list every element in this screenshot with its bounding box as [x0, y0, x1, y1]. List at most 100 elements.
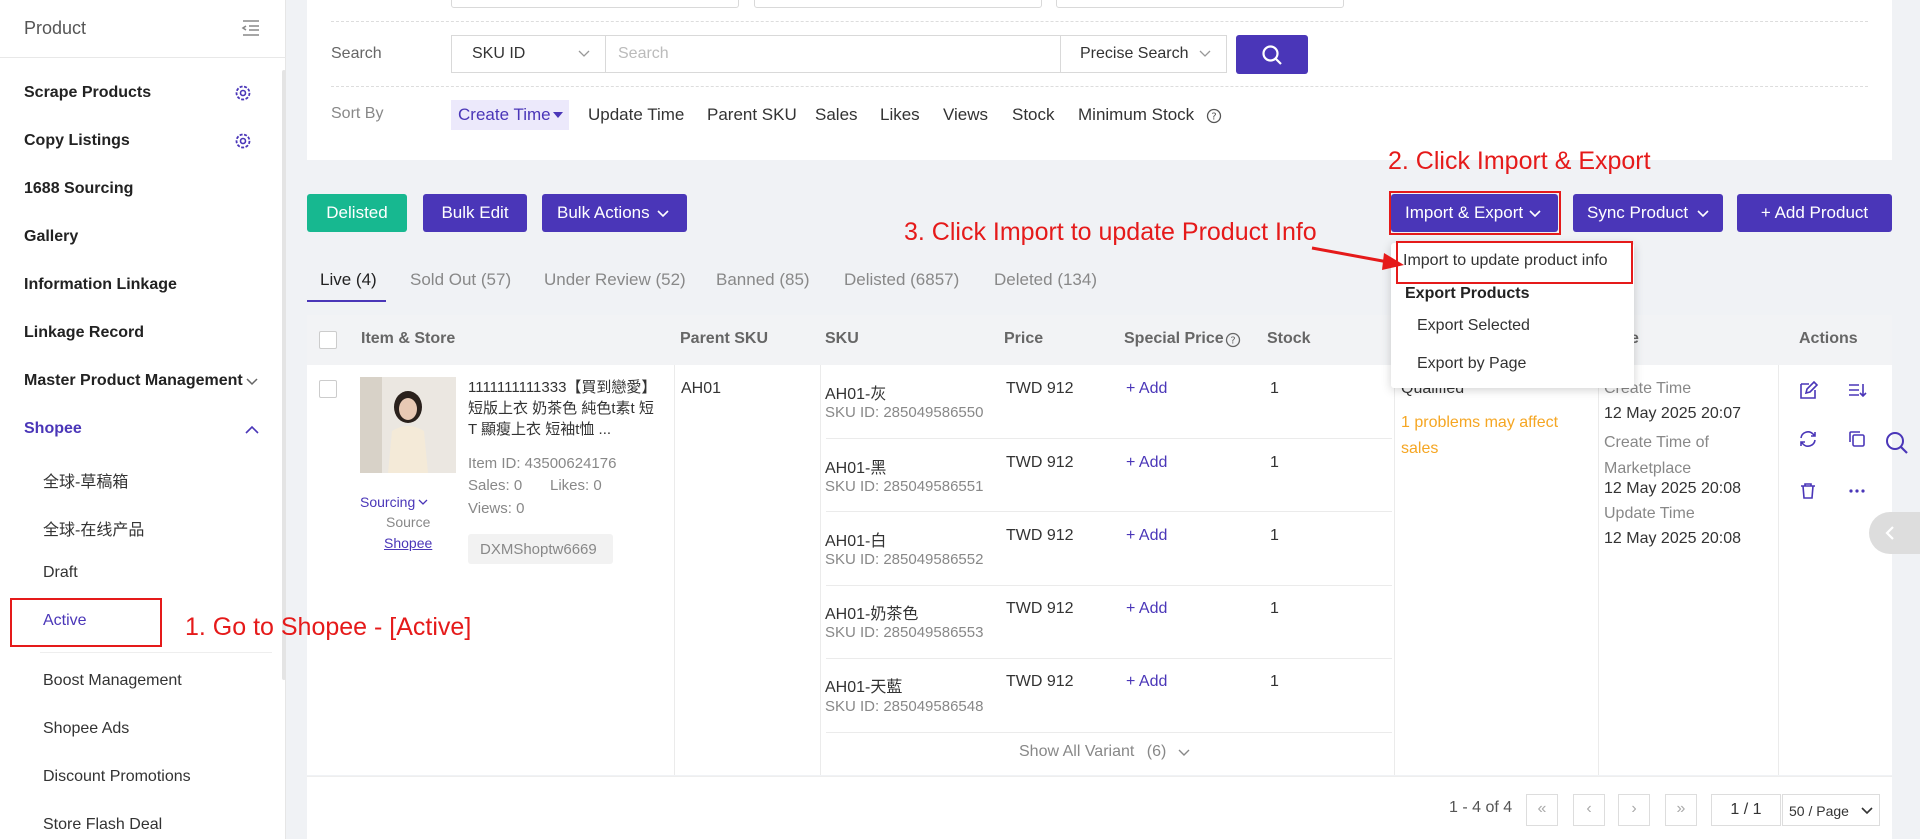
sidebar-item-shopee[interactable]: Shopee — [24, 420, 82, 438]
delete-icon[interactable] — [1797, 480, 1819, 502]
sort-views[interactable]: Views — [943, 105, 988, 125]
sidebar-sub-boost[interactable]: Boost Management — [43, 672, 182, 690]
next-page-button[interactable]: › — [1618, 794, 1650, 826]
add-special-price-link[interactable]: + Add — [1126, 454, 1167, 472]
update-time-value: 12 May 2025 20:08 — [1604, 530, 1741, 547]
annotation-box-active — [10, 598, 162, 647]
sync-product-button[interactable]: Sync Product — [1573, 194, 1723, 232]
variant-stock: 1 — [1270, 600, 1279, 617]
warning-text[interactable]: 1 problems may affect sales — [1401, 410, 1596, 462]
show-all-variants-link[interactable]: Show All Variant (6) — [1019, 743, 1166, 761]
help-icon[interactable]: ? — [1225, 332, 1241, 348]
sidebar-sub-global-draft[interactable]: 全球-草稿箱 — [43, 468, 128, 492]
tab-live[interactable]: Live (4) — [320, 270, 377, 290]
variant-sku: AH01-黑 — [825, 460, 887, 477]
help-icon[interactable]: ? — [1206, 108, 1222, 124]
select-all-checkbox[interactable] — [319, 331, 337, 349]
add-special-price-link[interactable]: + Add — [1126, 600, 1167, 618]
per-page-select[interactable]: 50 / Page — [1782, 794, 1880, 826]
sidebar-item-linkage-record[interactable]: Linkage Record — [24, 324, 144, 342]
edit-icon[interactable] — [1797, 380, 1819, 402]
sidebar-item-1688-sourcing[interactable]: 1688 Sourcing — [24, 180, 133, 198]
sidebar-sub-discount[interactable]: Discount Promotions — [43, 768, 191, 786]
sidebar-item-information-linkage[interactable]: Information Linkage — [24, 276, 177, 294]
sidebar-item-copy-listings[interactable]: Copy Listings — [24, 132, 130, 150]
search-icon — [1262, 45, 1282, 65]
tab-under-review[interactable]: Under Review (52) — [544, 270, 686, 290]
filter-field[interactable] — [754, 0, 1042, 8]
row-divider — [826, 585, 1392, 586]
annotation-arrow-icon — [1311, 246, 1404, 270]
first-page-button[interactable]: « — [1526, 794, 1558, 826]
filter-field[interactable] — [1056, 0, 1344, 8]
annotation-box-import-export — [1389, 191, 1561, 235]
annotation-step2: 2. Click Import & Export — [1388, 147, 1651, 175]
list-sort-icon[interactable] — [1846, 380, 1868, 402]
product-title[interactable]: 1111111111333【買到戀愛】短版上衣 奶茶色 純色t素t 短T 顯瘦上… — [468, 377, 660, 443]
row-divider — [826, 438, 1392, 439]
sidebar-divider — [0, 57, 286, 58]
sidebar-sub-flash-deal[interactable]: Store Flash Deal — [43, 816, 162, 834]
page-input[interactable]: 1 / 1 — [1711, 794, 1781, 826]
bulk-edit-button[interactable]: Bulk Edit — [423, 194, 527, 232]
add-special-price-link[interactable]: + Add — [1126, 380, 1167, 398]
add-product-button[interactable]: + Add Product — [1737, 194, 1892, 232]
add-special-price-link[interactable]: + Add — [1126, 673, 1167, 691]
sourcing-link[interactable]: Sourcing — [360, 494, 415, 510]
sidebar-item-gallery[interactable]: Gallery — [24, 228, 78, 246]
chevron-down-icon — [657, 210, 669, 218]
tab-delisted[interactable]: Delisted (6857) — [844, 270, 959, 290]
last-page-button[interactable]: » — [1665, 794, 1697, 826]
sort-create-time[interactable]: Create Time — [451, 100, 569, 130]
sort-parent-sku[interactable]: Parent SKU — [707, 105, 797, 125]
sort-stock[interactable]: Stock — [1012, 105, 1055, 125]
copy-icon[interactable] — [1846, 428, 1868, 450]
search-type-select[interactable]: SKU ID — [451, 35, 606, 73]
more-icon[interactable] — [1846, 480, 1868, 502]
export-by-page-menu-item[interactable]: Export by Page — [1417, 355, 1526, 373]
header-actions: Actions — [1799, 330, 1858, 347]
table-header — [307, 315, 1892, 365]
row-divider — [826, 658, 1392, 659]
sync-icon[interactable] — [1797, 428, 1819, 450]
add-special-price-link[interactable]: + Add — [1126, 527, 1167, 545]
variant-stock: 1 — [1270, 673, 1279, 690]
sidebar-scrollbar[interactable] — [282, 70, 286, 680]
collapse-menu-icon[interactable] — [241, 19, 261, 37]
variant-sku-id: SKU ID: 285049586552 — [825, 551, 984, 568]
sort-sales[interactable]: Sales — [815, 105, 858, 125]
sidebar-sub-draft[interactable]: Draft — [43, 564, 78, 582]
bulk-actions-button[interactable]: Bulk Actions — [542, 194, 687, 232]
sort-minimum-stock[interactable]: Minimum Stock — [1078, 105, 1194, 125]
filter-field[interactable] — [451, 0, 739, 8]
sidebar-item-scrape-products[interactable]: Scrape Products — [24, 84, 151, 102]
export-selected-menu-item[interactable]: Export Selected — [1417, 317, 1530, 335]
sidebar-item-master-product[interactable]: Master Product Management — [24, 372, 243, 390]
search-mode-select[interactable]: Precise Search — [1060, 35, 1227, 73]
sort-likes[interactable]: Likes — [880, 105, 920, 125]
row-divider — [826, 511, 1392, 512]
product-image[interactable] — [360, 377, 456, 473]
row-checkbox[interactable] — [319, 380, 337, 398]
sort-update-time[interactable]: Update Time — [588, 105, 684, 125]
tab-banned[interactable]: Banned (85) — [716, 270, 810, 290]
divider — [331, 21, 1868, 22]
search-icon[interactable] — [1884, 430, 1910, 456]
sidebar-sub-global-online[interactable]: 全球-在线产品 — [43, 516, 144, 540]
sidebar-sub-shopee-ads[interactable]: Shopee Ads — [43, 720, 129, 738]
search-input[interactable]: Search — [605, 35, 1061, 73]
gear-icon[interactable] — [233, 83, 253, 103]
divider — [331, 86, 1868, 87]
prev-page-button[interactable]: ‹ — [1573, 794, 1605, 826]
sync-product-label: Sync Product — [1587, 203, 1689, 222]
search-button[interactable] — [1236, 35, 1308, 74]
tab-deleted[interactable]: Deleted (134) — [994, 270, 1097, 290]
header-parent-sku: Parent SKU — [680, 330, 769, 347]
variant-price: TWD 912 — [1006, 673, 1074, 690]
collapse-panel-tab[interactable] — [1869, 512, 1920, 554]
gear-icon[interactable] — [233, 131, 253, 151]
delisted-button[interactable]: Delisted — [307, 194, 407, 232]
tab-sold-out[interactable]: Sold Out (57) — [410, 270, 511, 290]
source-shopee-link[interactable]: Shopee — [384, 535, 432, 551]
search-mode-value: Precise Search — [1080, 45, 1189, 62]
